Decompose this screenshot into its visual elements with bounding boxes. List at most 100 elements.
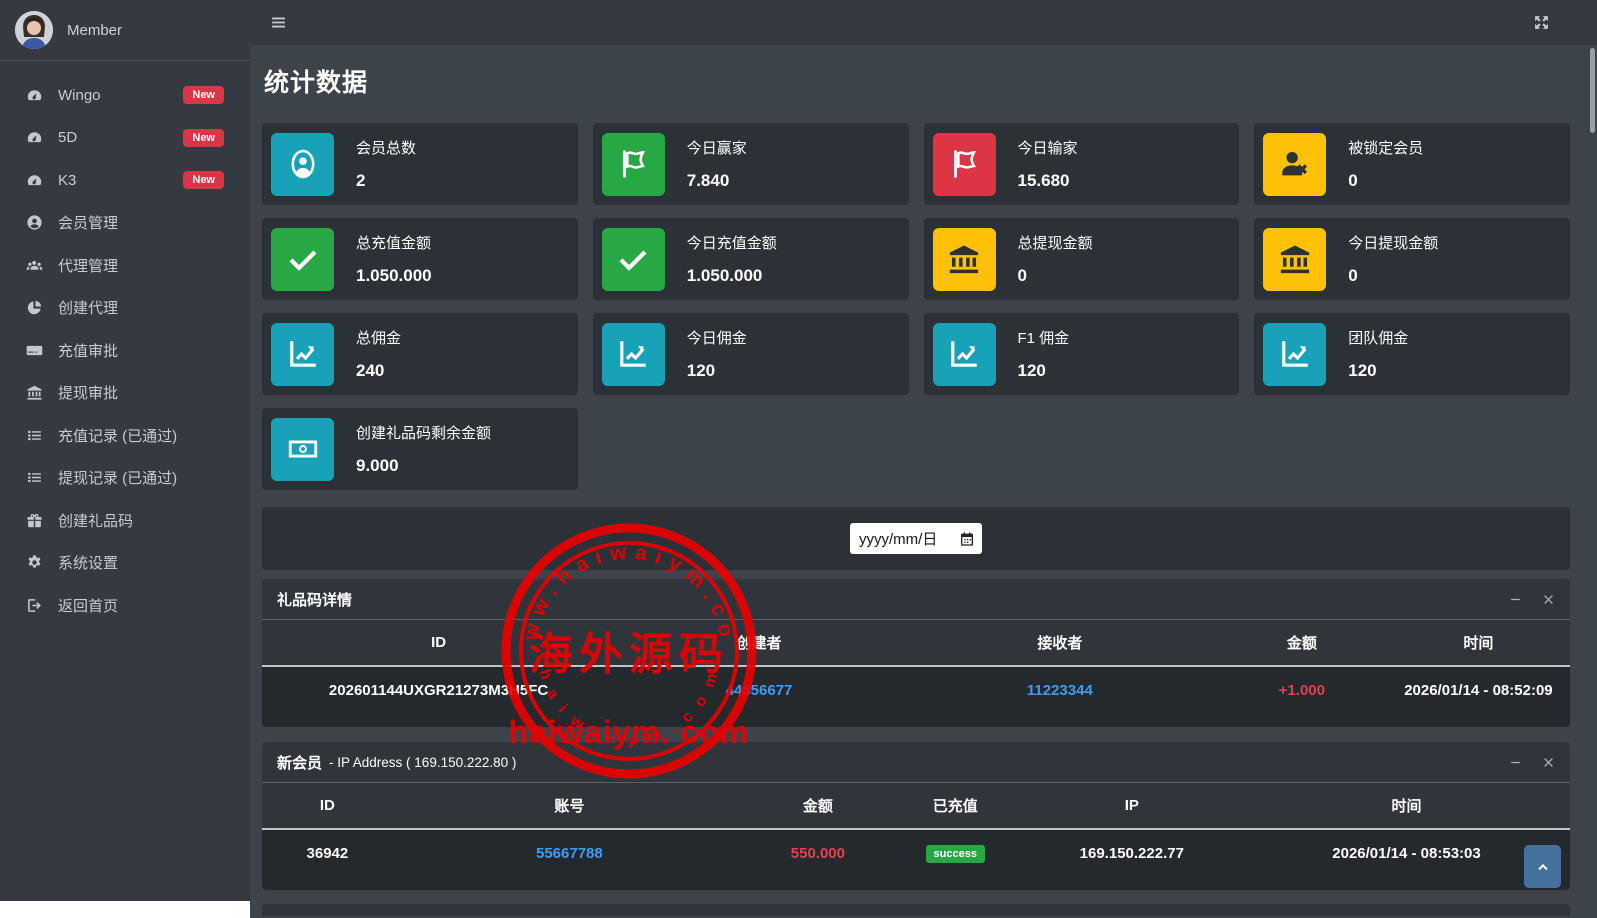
- scroll-top-button[interactable]: [1524, 845, 1561, 888]
- sidebar-item-label: 充值记录 (已通过): [58, 425, 177, 446]
- stat-label: 总佣金: [356, 327, 401, 348]
- stat-card-total-withdraw: 总提现金额 0: [924, 218, 1240, 300]
- col-header-amount: 金额: [746, 783, 890, 829]
- stat-card-today-withdraw: 今日提现金额0: [1254, 218, 1570, 300]
- stat-value: 15.680: [1018, 171, 1078, 191]
- stat-label: 今日提现金额: [1348, 232, 1438, 253]
- stat-label: 总提现金额: [1018, 232, 1093, 253]
- stat-card-team-commission: 团队佣金 120: [1254, 313, 1570, 395]
- sidebar-item-label: Wingo: [58, 87, 101, 104]
- stat-card-total-commission: 总佣金 240: [262, 313, 578, 395]
- giftcode-table: ID 创建者 接收者 金额 时间 202601144UXGR21273M3H5F…: [262, 620, 1570, 714]
- col-header-ip: IP: [1021, 783, 1243, 829]
- stat-card-losers-today: 今日输家15.680: [924, 123, 1240, 205]
- stat-value: 0: [1018, 266, 1093, 286]
- close-icon[interactable]: [1542, 593, 1555, 606]
- stat-label: F1 佣金: [1018, 327, 1070, 348]
- new-badge: New: [183, 129, 224, 147]
- col-header-amount: 金额: [1217, 620, 1387, 666]
- gift-icon: [24, 511, 45, 529]
- col-header-charged: 已充值: [890, 783, 1021, 829]
- stat-value: 1.050.000: [356, 266, 432, 286]
- chart-line-icon: [602, 323, 665, 386]
- sidebar-item-label: 代理管理: [58, 255, 118, 276]
- sidebar-item-back-home[interactable]: 返回首页: [0, 584, 250, 627]
- user-name: Member: [67, 22, 122, 39]
- sidebar-item-withdraw-approve[interactable]: 提现审批: [0, 372, 250, 415]
- sidebar-item-wingo[interactable]: Wingo New: [0, 74, 250, 117]
- sidebar-item-member-manage[interactable]: 会员管理: [0, 202, 250, 245]
- chart-line-icon: [933, 323, 996, 386]
- sidebar-item-withdraw-records[interactable]: 提现记录 (已通过): [0, 457, 250, 500]
- member-ip-cell: 169.150.222.77: [1021, 829, 1243, 877]
- stat-card-members-total: 会员总数2: [262, 123, 578, 205]
- sidebar-item-label: 充值审批: [58, 340, 118, 361]
- stat-label: 今日赢家: [687, 137, 747, 158]
- page-scrollbar[interactable]: [1590, 48, 1595, 133]
- sidebar-item-recharge-records[interactable]: 充值记录 (已通过): [0, 414, 250, 457]
- bank-icon: [1263, 228, 1326, 291]
- panel-footer: [262, 714, 1570, 727]
- sidebar-item-recharge-approve[interactable]: 充值审批: [0, 329, 250, 372]
- stat-card-total-recharge: 总充值金额1.050.000: [262, 218, 578, 300]
- stat-value: 9.000: [356, 456, 491, 476]
- list-icon: [24, 469, 45, 487]
- stat-label: 被锁定会员: [1348, 137, 1423, 158]
- sidebar-nav: Wingo New 5D New K3 New 会员管理 代理管理 创建代理 充…: [0, 61, 250, 627]
- minus-icon[interactable]: [1509, 593, 1522, 606]
- member-amount-cell: 550.000: [746, 829, 890, 877]
- stat-value: 240: [356, 361, 401, 381]
- page-title: 统计数据: [264, 63, 1570, 99]
- member-charged-cell: success: [890, 829, 1021, 877]
- sidebar-item-system-settings[interactable]: 系统设置: [0, 542, 250, 585]
- giftcode-panel: 礼品码详情 ID 创建者 接收者 金额 时间 202601144UXGR2127…: [262, 579, 1570, 727]
- minus-icon[interactable]: [1509, 756, 1522, 769]
- new-members-panel: 新会员 - IP Address ( 169.150.222.80 ) ID 账…: [262, 742, 1570, 890]
- user-icon: [271, 133, 334, 196]
- giftcode-creator-link[interactable]: 44556677: [615, 666, 903, 714]
- new-members-panel-title: 新会员: [277, 752, 322, 773]
- date-filter-strip: yyyy/mm/日: [262, 507, 1570, 570]
- member-account-link[interactable]: 55667788: [393, 829, 746, 877]
- sign-out-icon: [24, 596, 45, 614]
- sidebar-item-create-agent[interactable]: 创建代理: [0, 287, 250, 330]
- stat-card-f1-commission: F1 佣金120: [924, 313, 1240, 395]
- date-input[interactable]: yyyy/mm/日: [850, 523, 982, 554]
- stat-value: 2: [356, 171, 416, 191]
- bank-icon: [933, 228, 996, 291]
- sidebar-item-agent-manage[interactable]: 代理管理: [0, 244, 250, 287]
- main-content: 统计数据 会员总数2 今日赢家7.840 今日输家15.680 被锁定会员0 总…: [250, 45, 1597, 918]
- col-header-time: 时间: [1243, 783, 1570, 829]
- avatar: [15, 11, 53, 49]
- check-icon: [271, 228, 334, 291]
- sidebar-item-label: 创建代理: [58, 297, 118, 318]
- sidebar-item-create-giftcode[interactable]: 创建礼品码: [0, 499, 250, 542]
- sidebar-item-5d[interactable]: 5D New: [0, 117, 250, 160]
- tachometer-icon: [24, 86, 45, 104]
- new-badge: New: [183, 86, 224, 104]
- new-members-table-header-row: ID 账号 金额 已充值 IP 时间: [262, 783, 1570, 829]
- sidebar-item-label: 提现审批: [58, 382, 118, 403]
- stat-card-locked-members: 被锁定会员0: [1254, 123, 1570, 205]
- expand-arrows-icon[interactable]: [1533, 14, 1550, 31]
- pie-chart-icon: [24, 299, 45, 317]
- flag-icon: [933, 133, 996, 196]
- hamburger-icon[interactable]: [270, 14, 287, 31]
- date-input-value: yyyy/mm/日: [859, 528, 937, 549]
- close-icon[interactable]: [1542, 756, 1555, 769]
- stat-card-winners-today: 今日赢家7.840: [593, 123, 909, 205]
- credit-card-icon: [24, 341, 45, 359]
- stat-value: 120: [1348, 361, 1408, 381]
- new-members-table: ID 账号 金额 已充值 IP 时间 36942 55667788 550.00…: [262, 783, 1570, 877]
- stat-card-today-recharge: 今日充值金额1.050.000: [593, 218, 909, 300]
- stat-label: 团队佣金: [1348, 327, 1408, 348]
- giftcode-panel-header: 礼品码详情: [262, 579, 1570, 620]
- status-badge: success: [926, 845, 985, 863]
- next-panel-edge: [262, 904, 1570, 916]
- new-badge: New: [183, 171, 224, 189]
- giftcode-receiver-link[interactable]: 11223344: [903, 666, 1217, 714]
- sidebar-item-label: K3: [58, 172, 76, 189]
- money-bill-icon: [271, 418, 334, 481]
- chart-line-icon: [1263, 323, 1326, 386]
- sidebar-item-k3[interactable]: K3 New: [0, 159, 250, 202]
